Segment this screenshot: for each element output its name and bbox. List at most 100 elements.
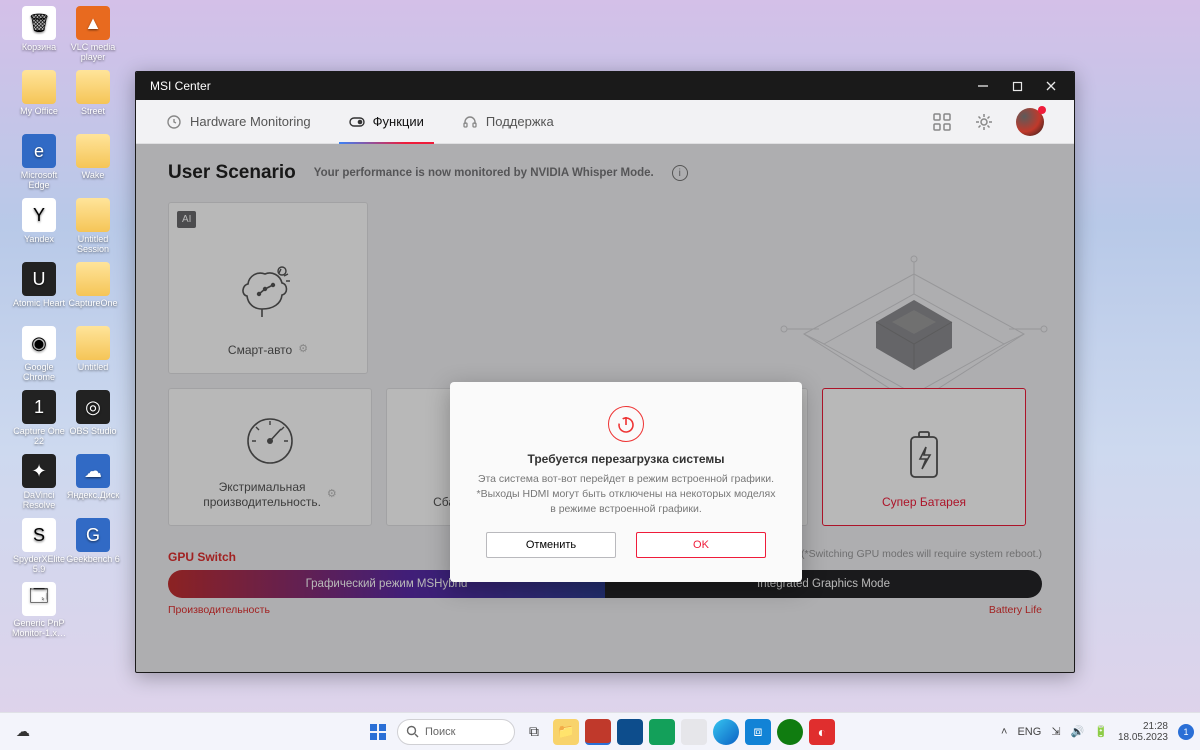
taskbar-app-icon[interactable] (617, 719, 643, 745)
tray-language[interactable]: ENG (1017, 726, 1041, 738)
desktop-icon[interactable]: Untitled (66, 326, 120, 372)
reboot-dialog: Требуется перезагрузка системы Эта систе… (450, 382, 802, 582)
tray-date: 18.05.2023 (1118, 732, 1168, 743)
desktop-icon-label: Яндекс.Диск (66, 490, 120, 500)
close-button[interactable] (1034, 72, 1068, 100)
desktop-icon-label: DaVinci Resolve (12, 490, 66, 510)
tab-label: Поддержка (486, 114, 554, 129)
desktop-icon-label: Street (66, 106, 120, 116)
tray-clock[interactable]: 21:28 18.05.2023 (1118, 721, 1168, 743)
desktop-icon[interactable]: Untitled Session (66, 198, 120, 254)
taskbar-app-icon[interactable] (649, 719, 675, 745)
desktop-icon-label: Atomic Heart (12, 298, 66, 308)
desktop-icon-label: Generic PnP Monitor-1.x… (12, 618, 66, 638)
desktop-icon-glyph: ◉ (22, 326, 56, 360)
taskbar-app-icon[interactable]: ◐ (809, 719, 835, 745)
desktop-icon[interactable]: 🗑 Корзина (12, 6, 66, 52)
tab-support[interactable]: Поддержка (462, 100, 554, 143)
desktop-icon[interactable]: eMicrosoft Edge (12, 134, 66, 190)
desktop-icon[interactable]: Wake (66, 134, 120, 180)
search-icon (406, 725, 419, 738)
apps-icon[interactable] (932, 112, 952, 132)
desktop-icon[interactable]: U Atomic Heart (12, 262, 66, 308)
maximize-button[interactable] (1000, 72, 1034, 100)
settings-icon[interactable] (974, 112, 994, 132)
desktop-icon[interactable]: 🗔Generic PnP Monitor-1.x… (12, 582, 66, 638)
desktop-icon[interactable]: SSpyderXElite 5.9 (12, 518, 66, 574)
desktop-icon-label: Untitled Session (66, 234, 120, 254)
desktop-icon-label: Wake (66, 170, 120, 180)
desktop-icon-label: Корзина (12, 42, 66, 52)
desktop-icon[interactable]: ✦DaVinci Resolve (12, 454, 66, 510)
system-tray: ˄ ENG ⇲ 🔊 🔋 21:28 18.05.2023 1 (1001, 721, 1194, 743)
volume-icon[interactable]: 🔊 (1071, 725, 1085, 738)
desktop-icon[interactable]: ☁ Яндекс.Диск (66, 454, 120, 500)
desktop-icon-label: Yandex (12, 234, 66, 244)
tab-label: Функции (373, 114, 424, 129)
battery-icon[interactable]: 🔋 (1094, 725, 1108, 738)
edge-icon[interactable] (713, 719, 739, 745)
tab-label: Hardware Monitoring (190, 114, 311, 129)
store-icon[interactable]: ⧈ (745, 719, 771, 745)
desktop-icon[interactable]: ▲VLC media player (66, 6, 120, 62)
explorer-icon[interactable]: 📁 (553, 719, 579, 745)
user-avatar[interactable] (1016, 108, 1044, 136)
tray-time: 21:28 (1118, 721, 1168, 732)
desktop-icon-label: SpyderXElite 5.9 (12, 554, 66, 574)
weather-widget[interactable]: ☁ (10, 719, 36, 745)
desktop-icon-glyph: ▲ (76, 6, 110, 40)
msi-center-window: MSI Center Hardware Monitoring Функции П… (135, 71, 1075, 673)
headset-icon (462, 114, 478, 130)
titlebar: MSI Center (136, 72, 1074, 100)
search-placeholder: Поиск (425, 726, 455, 738)
desktop-icon-label: Geekbench 6 (66, 554, 120, 564)
desktop-icon[interactable]: G Geekbench 6 (66, 518, 120, 564)
wifi-icon[interactable]: ⇲ (1051, 725, 1060, 738)
desktop-icon-glyph: 🗑 (22, 6, 56, 40)
desktop-icon[interactable]: CaptureOne (66, 262, 120, 308)
tab-functions[interactable]: Функции (349, 100, 424, 143)
desktop-icon[interactable]: ◉Google Chrome (12, 326, 66, 382)
desktop-icon-glyph: Y (22, 198, 56, 232)
start-button[interactable] (365, 719, 391, 745)
desktop-icon[interactable]: 1Capture One 22 (12, 390, 66, 446)
desktop-icon[interactable]: My Office (12, 70, 66, 116)
desktop-icon-glyph (76, 198, 110, 232)
desktop-icon[interactable]: ◎OBS Studio (66, 390, 120, 436)
power-icon (608, 406, 644, 442)
notification-badge[interactable]: 1 (1178, 724, 1194, 740)
desktop-icon-label: My Office (12, 106, 66, 116)
taskbar: ☁ Поиск ⧉ 📁 ⧈ ◐ ˄ ENG ⇲ 🔊 🔋 21:28 18.05.… (0, 712, 1200, 750)
tray-chevron-icon[interactable]: ˄ (1001, 726, 1007, 738)
desktop-icon-glyph: ◎ (76, 390, 110, 424)
minimize-button[interactable] (966, 72, 1000, 100)
taskbar-app-icon[interactable] (681, 719, 707, 745)
desktop-icon-glyph (76, 70, 110, 104)
desktop-icon-label: CaptureOne (66, 298, 120, 308)
desktop-icon-glyph (22, 70, 56, 104)
cancel-button[interactable]: Отменить (486, 532, 616, 558)
desktop-icon-label: Untitled (66, 362, 120, 372)
desktop-icon-glyph: e (22, 134, 56, 168)
msi-center-taskbar-icon[interactable] (585, 719, 611, 745)
desktop-icon-label: VLC media player (66, 42, 120, 62)
desktop-icon[interactable]: Street (66, 70, 120, 116)
tab-hardware-monitoring[interactable]: Hardware Monitoring (166, 100, 311, 143)
desktop-icon-glyph: G (76, 518, 110, 552)
desktop-icon[interactable]: Y Yandex (12, 198, 66, 244)
ok-button[interactable]: OK (636, 532, 766, 558)
desktop-icon-glyph: ☁ (76, 454, 110, 488)
desktop-icon-glyph (76, 134, 110, 168)
content-area: User Scenario Your performance is now mo… (136, 144, 1074, 672)
desktop-icon-glyph: ✦ (22, 454, 56, 488)
dialog-title: Требуется перезагрузка системы (476, 452, 776, 466)
task-view-button[interactable]: ⧉ (521, 719, 547, 745)
desktop-icon-label: Google Chrome (12, 362, 66, 382)
history-icon (166, 114, 182, 130)
desktop-icon-label: Capture One 22 (12, 426, 66, 446)
desktop-icon-label: Microsoft Edge (12, 170, 66, 190)
taskbar-search[interactable]: Поиск (397, 719, 515, 745)
desktop-icon-glyph: 1 (22, 390, 56, 424)
desktop-icon-glyph: U (22, 262, 56, 296)
xbox-icon[interactable] (777, 719, 803, 745)
